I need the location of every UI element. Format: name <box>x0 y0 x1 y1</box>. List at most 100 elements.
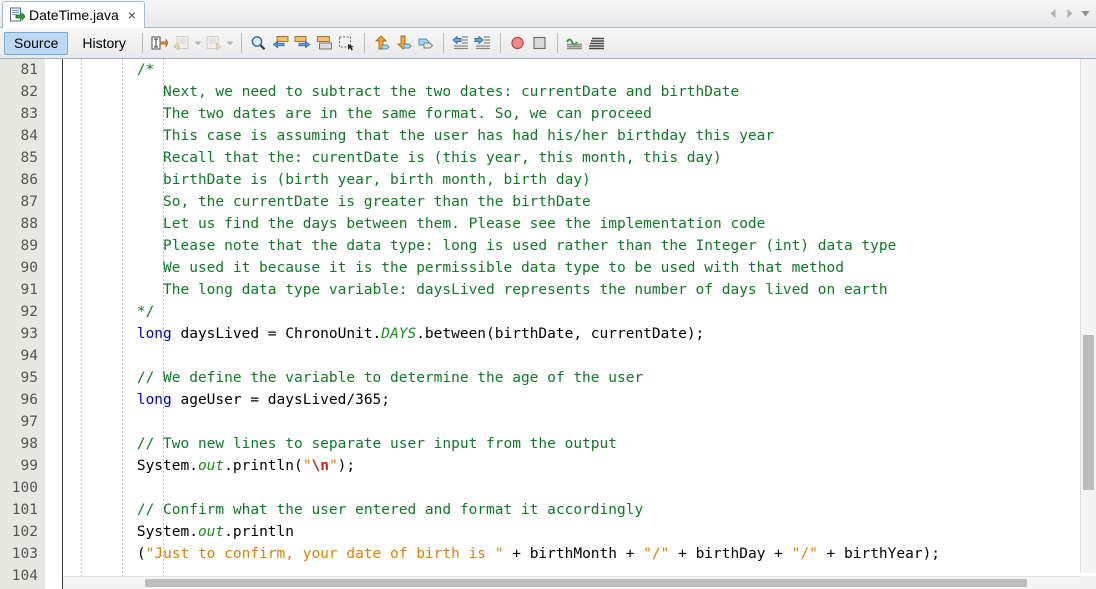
code-line[interactable]: The long data type variable: daysLived r… <box>63 279 1096 301</box>
line-number: 103 <box>11 546 38 562</box>
code-line-text: Recall that the: curentDate is (this yea… <box>63 150 722 166</box>
token-plain: + birthYear); <box>817 546 941 562</box>
code-line-text: /* <box>63 62 154 78</box>
line-number: 93 <box>20 326 38 342</box>
code-line[interactable]: We used it because it is the permissible… <box>63 257 1096 279</box>
forward-icon[interactable] <box>203 32 225 54</box>
shift-line-left-icon[interactable] <box>450 32 472 54</box>
toolbar-separator <box>363 33 365 53</box>
toggle-rectangular-selection-icon[interactable] <box>149 32 171 54</box>
tab-history[interactable]: History <box>72 32 136 55</box>
code-canvas[interactable]: /* Next, we need to subtract the two dat… <box>63 59 1096 589</box>
inspect-members-icon[interactable] <box>564 32 586 54</box>
code-line[interactable]: Let us find the days between them. Pleas… <box>63 213 1096 235</box>
code-lines: /* Next, we need to subtract the two dat… <box>63 59 1096 587</box>
line-number: 96 <box>20 392 38 408</box>
start-macro-recording-icon[interactable] <box>507 32 529 54</box>
token-comment: So, the currentDate is greater than the … <box>67 194 591 210</box>
line-number: 85 <box>20 150 38 166</box>
code-line[interactable]: /* <box>63 59 1096 81</box>
horizontal-scrollbar[interactable] <box>63 576 1080 589</box>
code-line[interactable]: Next, we need to subtract the two dates:… <box>63 81 1096 103</box>
code-line-text: // Two new lines to separate user input … <box>63 436 617 452</box>
vertical-scrollbar[interactable] <box>1080 59 1096 573</box>
code-line[interactable] <box>63 411 1096 433</box>
code-line[interactable]: Recall that the: curentDate is (this yea… <box>63 147 1096 169</box>
code-line[interactable]: The two dates are in the same format. So… <box>63 103 1096 125</box>
tab-source[interactable]: Source <box>4 31 69 55</box>
netbeans-editor-window: DateTime.java × Source History /* Next, … <box>0 0 1096 589</box>
code-line-text: long daysLived = ChronoUnit.DAYS.between… <box>63 326 704 342</box>
code-line[interactable]: Please note that the data type: long is … <box>63 235 1096 257</box>
token-comment: birthDate is (birth year, birth month, b… <box>67 172 591 188</box>
editor-tab-strip: DateTime.java × <box>0 0 1096 28</box>
token-esc: \n <box>311 458 329 474</box>
back-icon[interactable] <box>171 32 193 54</box>
tab-navigation-controls <box>1048 0 1094 27</box>
file-tab-label: DateTime.java <box>29 7 119 23</box>
previous-bookmark-icon[interactable] <box>371 32 393 54</box>
close-icon[interactable]: × <box>128 8 136 22</box>
code-line[interactable]: */ <box>63 301 1096 323</box>
line-number: 98 <box>20 436 38 452</box>
code-line[interactable]: long daysLived = ChronoUnit.DAYS.between… <box>63 323 1096 345</box>
token-plain: ageUser = daysLived/365; <box>171 392 391 408</box>
code-line[interactable]: long ageUser = daysLived/365; <box>63 389 1096 411</box>
line-number: 88 <box>20 216 38 232</box>
code-line[interactable]: System.out.println("\n"); <box>63 455 1096 477</box>
toolbar-separator <box>240 33 242 53</box>
token-comment: Next, we need to subtract the two dates:… <box>67 84 740 100</box>
token-plain: .between(birthDate, currentDate); <box>416 326 705 342</box>
code-line[interactable]: System.out.println <box>63 521 1096 543</box>
line-number: 102 <box>11 524 38 540</box>
code-line[interactable]: birthDate is (birth year, birth month, b… <box>63 169 1096 191</box>
line-number: 100 <box>11 480 38 496</box>
toolbar-separator <box>499 33 501 53</box>
token-comment: // We define the variable to determine t… <box>136 370 644 386</box>
code-line[interactable]: // Confirm what the user entered and for… <box>63 499 1096 521</box>
code-line[interactable]: // Two new lines to separate user input … <box>63 433 1096 455</box>
code-line-text: System.out.println("\n"); <box>63 458 355 474</box>
code-line[interactable]: // We define the variable to determine t… <box>63 367 1096 389</box>
tab-history-label: History <box>82 35 126 51</box>
file-tab-datetime-java[interactable]: DateTime.java × <box>2 1 145 28</box>
toggle-highlight-icon[interactable] <box>314 32 336 54</box>
token-plain: + birthDay + <box>669 546 792 562</box>
tab-list-chevron-icon[interactable] <box>1080 7 1091 20</box>
code-line[interactable] <box>63 477 1096 499</box>
inspect-hierarchy-icon[interactable] <box>586 32 608 54</box>
toggle-bookmark-icon[interactable] <box>415 32 437 54</box>
token-plain: daysLived = ChronoUnit. <box>171 326 382 342</box>
glyph-margin[interactable] <box>45 59 63 589</box>
token-comment: Please note that the data type: long is … <box>67 238 897 254</box>
next-bookmark-icon[interactable] <box>393 32 415 54</box>
stop-macro-recording-icon[interactable] <box>529 32 551 54</box>
line-number: 83 <box>20 106 38 122</box>
token-plain: .println <box>224 524 294 540</box>
code-line[interactable]: So, the currentDate is greater than the … <box>63 191 1096 213</box>
chevron-right-icon[interactable] <box>1064 7 1075 20</box>
code-line[interactable]: ("Just to confirm, your date of birth is… <box>63 543 1096 565</box>
code-line-text: Next, we need to subtract the two dates:… <box>63 84 739 100</box>
shift-line-right-icon[interactable] <box>472 32 494 54</box>
vertical-scrollbar-thumb[interactable] <box>1083 335 1094 490</box>
source-editor[interactable]: /* Next, we need to subtract the two dat… <box>0 59 1096 589</box>
code-line[interactable]: This case is assuming that the user has … <box>63 125 1096 147</box>
chevron-left-icon[interactable] <box>1048 7 1059 20</box>
toolbar-separator <box>556 33 558 53</box>
find-previous-icon[interactable] <box>270 32 292 54</box>
back-dropdown-caret-icon[interactable] <box>193 32 203 54</box>
line-number: 82 <box>20 84 38 100</box>
find-selection-icon[interactable] <box>248 32 270 54</box>
find-next-icon[interactable] <box>292 32 314 54</box>
horizontal-scrollbar-thumb[interactable] <box>145 579 1027 587</box>
previous-bookmark-group-icon[interactable] <box>336 32 358 54</box>
code-line[interactable] <box>63 345 1096 367</box>
tab-strip-background <box>0 0 1096 27</box>
forward-dropdown-caret-icon[interactable] <box>225 32 235 54</box>
